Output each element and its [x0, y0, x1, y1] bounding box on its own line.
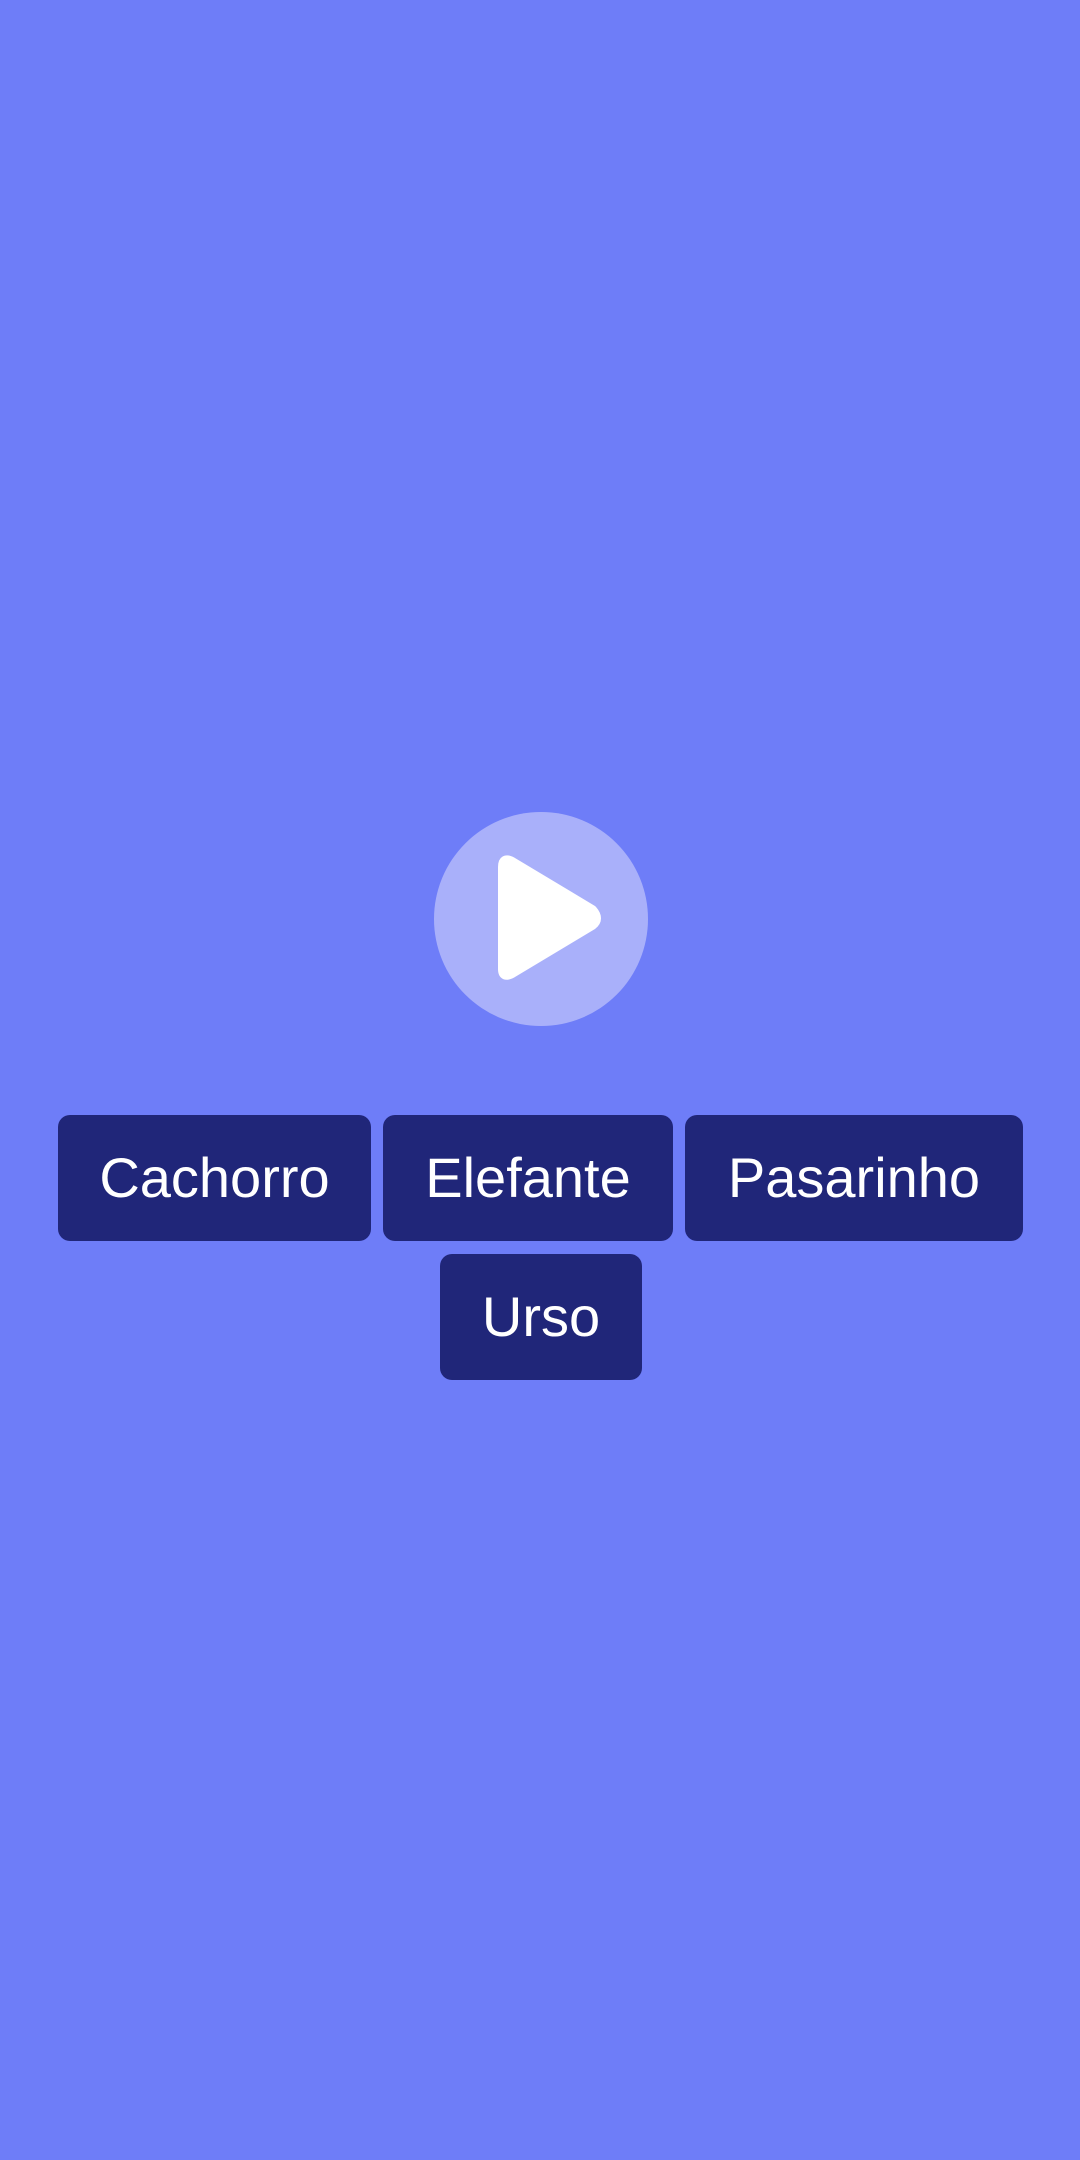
quiz-screen: Cachorro Elefante Pasarinho Urso	[0, 0, 1080, 2160]
answer-option-pasarinho[interactable]: Pasarinho	[685, 1115, 1023, 1241]
answer-option-cachorro[interactable]: Cachorro	[58, 1115, 371, 1241]
play-icon	[498, 855, 601, 980]
answer-option-urso[interactable]: Urso	[440, 1254, 642, 1380]
answer-option-elefante[interactable]: Elefante	[383, 1115, 673, 1241]
play-audio-button[interactable]	[434, 812, 648, 1026]
